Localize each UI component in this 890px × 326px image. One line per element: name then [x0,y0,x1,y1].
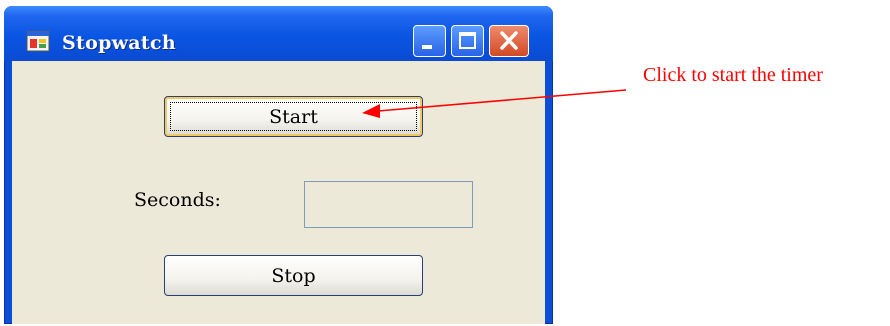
window-client-area: Start Seconds: Stop [12,61,545,324]
app-icon [26,30,50,52]
focus-rectangle [170,102,417,131]
close-icon [500,31,518,50]
minimize-icon [422,45,432,49]
stop-button-label: Stop [271,264,316,287]
maximize-button[interactable] [451,25,484,57]
window-title: Stopwatch [62,32,176,54]
annotation-text: Click to start the timer [643,64,823,86]
seconds-label: Seconds: [134,189,221,211]
close-button[interactable] [489,25,529,57]
minimize-button[interactable] [413,25,446,57]
maximize-icon [459,32,476,49]
stop-button[interactable]: Stop [164,255,423,296]
title-bar[interactable]: Stopwatch [4,6,553,61]
stopwatch-window: Stopwatch Start Seconds: Stop [4,6,553,324]
start-button[interactable]: Start [164,96,423,137]
seconds-field[interactable] [304,181,473,228]
